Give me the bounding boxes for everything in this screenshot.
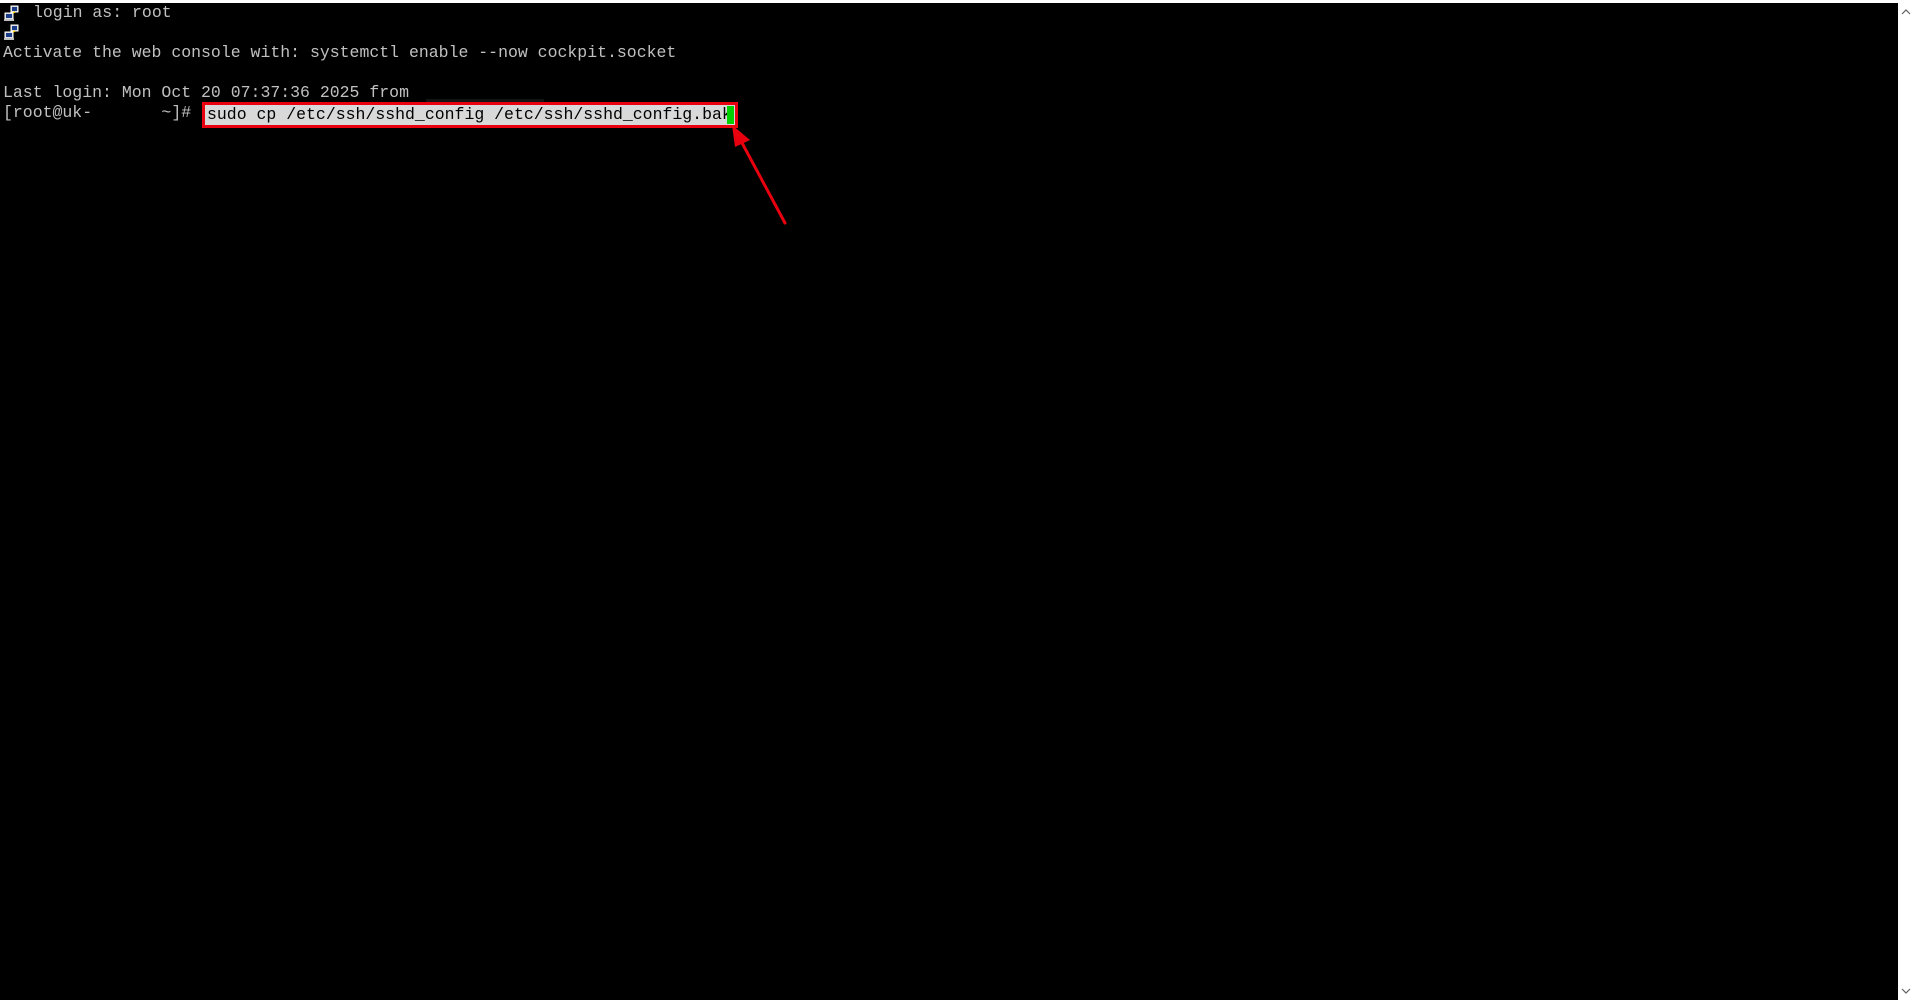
terminal-window[interactable]: login as: root Activate the web console …	[0, 3, 1898, 1000]
scroll-down-icon[interactable]	[1901, 986, 1911, 996]
scroll-up-icon[interactable]	[1901, 7, 1911, 17]
text-cursor	[727, 106, 734, 124]
shell-prompt: [root@uk- ~]#	[3, 103, 192, 122]
computer-key-icon	[4, 5, 19, 21]
computer-key-icon	[4, 24, 19, 40]
typed-command[interactable]: sudo cp /etc/ssh/sshd_config /etc/ssh/ss…	[207, 105, 732, 125]
vertical-scrollbar[interactable]	[1898, 3, 1914, 1000]
annotation-arrow-icon	[732, 125, 787, 225]
command-highlight-box: sudo cp /etc/ssh/sshd_config /etc/ssh/ss…	[202, 102, 738, 128]
cockpit-hint-line: Activate the web console with: systemctl…	[3, 43, 677, 62]
last-login-line: Last login: Mon Oct 20 07:37:36 2025 fro…	[3, 83, 409, 102]
login-line: login as: root	[33, 3, 172, 22]
